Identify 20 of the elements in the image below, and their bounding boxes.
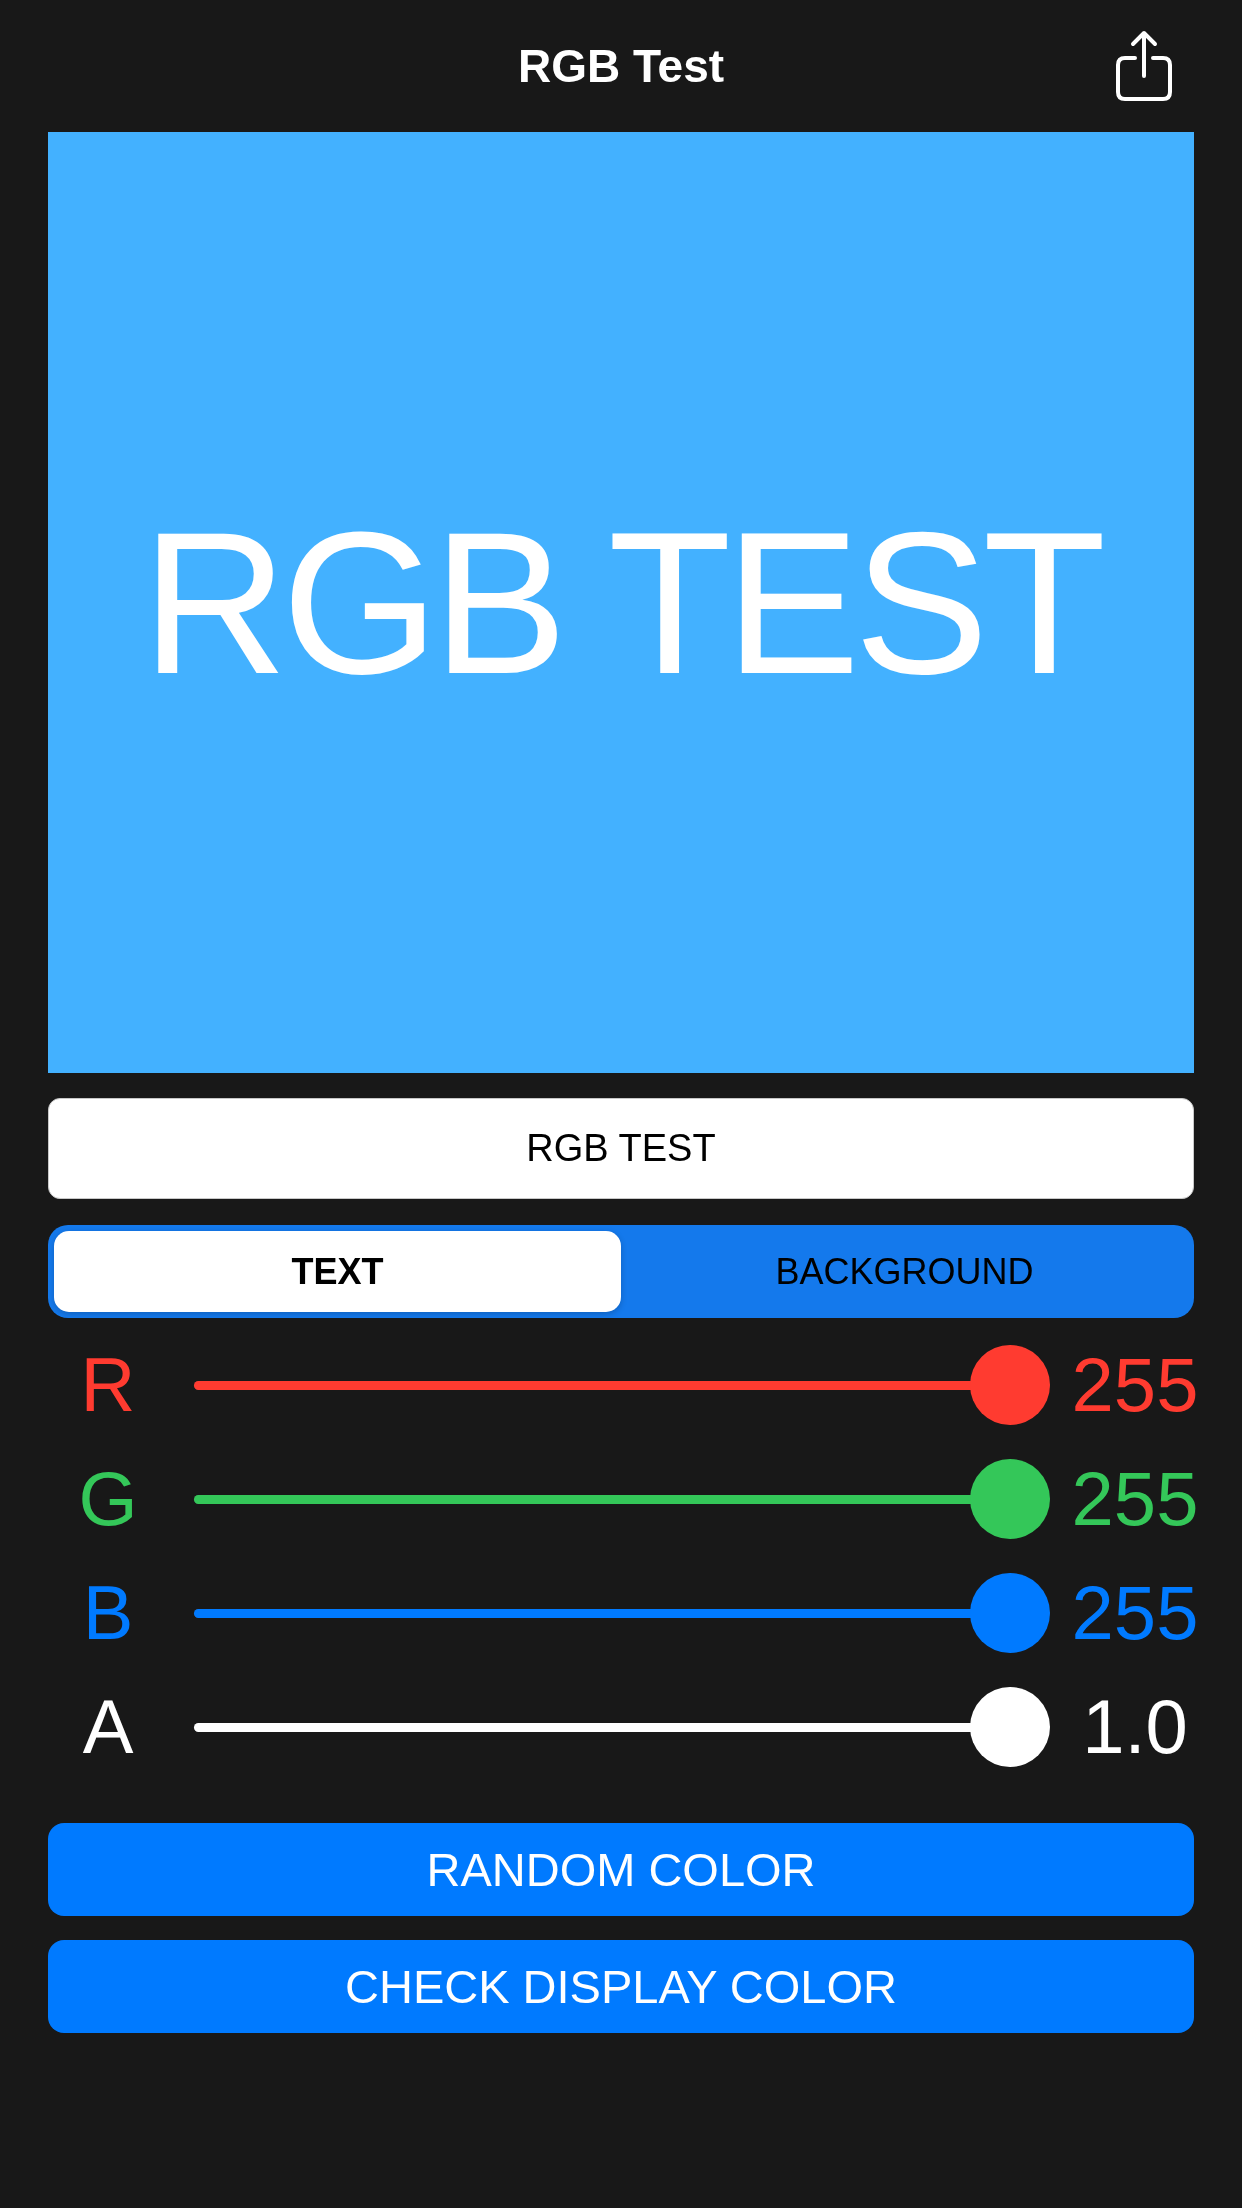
preview-text: RGB TEST: [141, 501, 1101, 704]
channel-label: R: [79, 1347, 137, 1423]
action-button[interactable]: RANDOM COLOR: [48, 1823, 1194, 1916]
channel-label: B: [81, 1575, 135, 1651]
channel-value: 255: [1070, 1461, 1200, 1537]
channel-value: 1.0: [1081, 1689, 1189, 1765]
text-field[interactable]: RGB TEST: [48, 1098, 1194, 1199]
action-button[interactable]: CHECK DISPLAY COLOR: [48, 1940, 1194, 2033]
segment-tab[interactable]: BACKGROUND: [621, 1231, 1188, 1312]
channel-value: 255: [1070, 1575, 1200, 1651]
slider-track[interactable]: [194, 1687, 1050, 1767]
segment-tab[interactable]: TEXT: [54, 1231, 621, 1312]
channel-value: 255: [1070, 1347, 1200, 1423]
slider-track[interactable]: [194, 1573, 1050, 1653]
channel-label: G: [77, 1461, 139, 1537]
share-icon[interactable]: [1115, 30, 1173, 102]
nav-title: RGB Test: [517, 39, 725, 93]
slider-track[interactable]: [194, 1459, 1050, 1539]
slider-track[interactable]: [194, 1345, 1050, 1425]
channel-label: A: [81, 1689, 135, 1765]
